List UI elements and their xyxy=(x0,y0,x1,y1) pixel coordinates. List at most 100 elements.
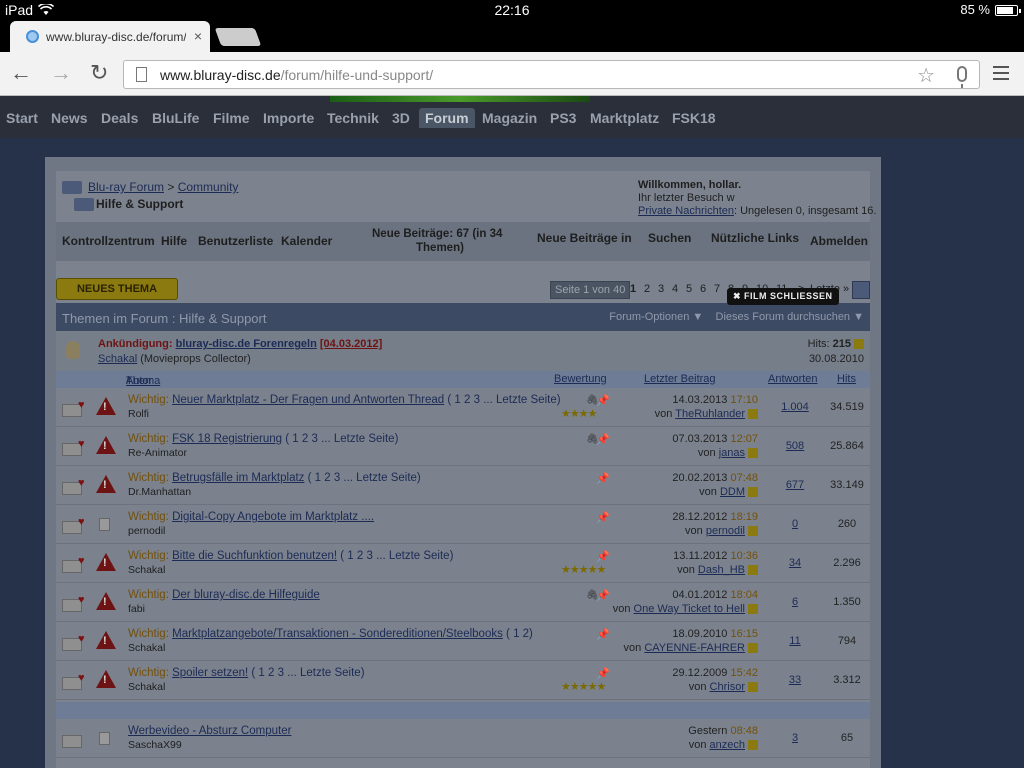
table-row[interactable]: ♥ Wichtig: Bitte die Suchfunktion benutze… xyxy=(56,544,870,583)
page-5[interactable]: 5 xyxy=(686,283,692,295)
private-messages-link[interactable]: Private Nachrichten xyxy=(638,205,734,217)
thread-title-link[interactable]: Marktplatzangebote/Transaktionen - Sonde… xyxy=(172,628,503,640)
goto-post-icon[interactable] xyxy=(748,565,758,576)
page-6[interactable]: 6 xyxy=(700,283,706,295)
last-post-user-link[interactable]: CAYENNE-FAHRER xyxy=(644,642,745,654)
col-hits[interactable]: Hits xyxy=(837,373,856,385)
thread-title-link[interactable]: FSK 18 Registrierung xyxy=(172,433,282,445)
thread-pages[interactable]: ( 1 2 3 ... Letzte Seite) xyxy=(340,550,453,562)
tab-close-icon[interactable]: × xyxy=(194,28,202,44)
last-post-user-link[interactable]: anzech xyxy=(710,739,745,751)
breadcrumb-root[interactable]: Blu-ray Forum xyxy=(88,180,164,194)
reload-icon[interactable]: ↻ xyxy=(90,61,108,85)
thread-title-link[interactable]: Bitte die Suchfunktion benutzen! xyxy=(172,550,337,562)
nav-nuetzliche-links[interactable]: Nützliche Links xyxy=(711,231,799,245)
goto-post-icon[interactable] xyxy=(748,643,758,654)
replies-count[interactable]: 1.004 xyxy=(778,401,812,413)
thread-pages[interactable]: ( 1 2) xyxy=(506,628,533,640)
nav-fsk18[interactable]: FSK18 xyxy=(672,110,716,126)
nav-filme[interactable]: Filme xyxy=(213,110,250,126)
last-post-user-link[interactable]: janas xyxy=(719,447,745,459)
new-posts-count[interactable]: Neue Beiträge: 67 (in 34 xyxy=(372,228,502,240)
replies-count[interactable]: 508 xyxy=(778,440,812,452)
table-row[interactable]: Werbevideo - Absturz Computer SaschaX99 … xyxy=(56,719,870,758)
col-antworten[interactable]: Antworten xyxy=(768,373,818,385)
goto-post-icon[interactable] xyxy=(854,339,864,350)
replies-count[interactable]: 34 xyxy=(778,557,812,569)
last-post-user-link[interactable]: DDM xyxy=(720,486,745,498)
goto-post-icon[interactable] xyxy=(748,604,758,615)
announcement-author[interactable]: Schakal xyxy=(98,353,137,365)
pager-dropdown-button[interactable] xyxy=(852,281,870,299)
goto-post-icon[interactable] xyxy=(748,740,758,751)
page-3[interactable]: 3 xyxy=(658,283,664,295)
nav-forum[interactable]: Forum xyxy=(419,108,475,128)
replies-count[interactable]: 11 xyxy=(778,635,812,647)
table-row[interactable]: ♥ Wichtig: Spoiler setzen! ( 1 2 3 ... Le… xyxy=(56,661,870,700)
nav-importe[interactable]: Importe xyxy=(263,110,314,126)
last-post-user-link[interactable]: Chrisor xyxy=(710,681,745,693)
nav-abmelden[interactable]: Abmelden xyxy=(810,234,868,248)
replies-count[interactable]: 677 xyxy=(778,479,812,491)
replies-count[interactable]: 0 xyxy=(778,518,812,530)
goto-post-icon[interactable] xyxy=(748,448,758,459)
goto-post-icon[interactable] xyxy=(748,682,758,693)
col-letzter-beitrag[interactable]: Letzter Beitrag xyxy=(644,373,716,385)
nav-3d[interactable]: 3D xyxy=(392,110,410,126)
nav-deals[interactable]: Deals xyxy=(101,110,138,126)
thread-title-link[interactable]: Betrugsfälle im Marktplatz xyxy=(172,472,304,484)
nav-benutzerliste[interactable]: Benutzerliste xyxy=(198,234,273,248)
table-row[interactable]: ♥Wichtig: Der bluray-disc.de Hilfeguide … xyxy=(56,583,870,622)
table-row[interactable]: ♥ Wichtig: Marktplatzangebote/Transaktion… xyxy=(56,622,870,661)
nav-blulife[interactable]: BluLife xyxy=(152,110,199,126)
nav-neue-beitraege-in[interactable]: Neue Beiträge in xyxy=(537,231,632,245)
goto-post-icon[interactable] xyxy=(748,409,758,420)
table-row[interactable]: ♥ Wichtig: Neuer Marktplatz - Der Fragen … xyxy=(56,388,870,427)
page-2[interactable]: 2 xyxy=(644,283,650,295)
thread-title-link[interactable]: Spoiler setzen! xyxy=(172,667,248,679)
bookmark-star-icon[interactable]: ☆ xyxy=(917,63,935,88)
forum-search-menu[interactable]: Dieses Forum durchsuchen ▼ xyxy=(716,311,864,323)
breadcrumb-parent[interactable]: Community xyxy=(178,180,239,194)
announcement-link[interactable]: bluray-disc.de Forenregeln xyxy=(176,338,317,350)
thread-pages[interactable]: ( 1 2 3 ... Letzte Seite) xyxy=(308,472,421,484)
nav-technik[interactable]: Technik xyxy=(327,110,379,126)
last-post-user-link[interactable]: TheRuhlander xyxy=(675,408,745,420)
close-film-button[interactable]: ✖ FILM SCHLIESSEN xyxy=(727,288,839,305)
col-autor[interactable]: Autor xyxy=(126,375,152,387)
nav-kontrollzentrum[interactable]: Kontrollzentrum xyxy=(62,234,155,248)
page-7[interactable]: 7 xyxy=(714,283,720,295)
nav-news[interactable]: News xyxy=(51,110,88,126)
nav-marktplatz[interactable]: Marktplatz xyxy=(590,110,659,126)
nav-magazin[interactable]: Magazin xyxy=(482,110,537,126)
col-bewertung[interactable]: Bewertung xyxy=(554,373,607,385)
last-post-user-link[interactable]: Dash_HB xyxy=(698,564,745,576)
replies-count[interactable]: 33 xyxy=(778,674,812,686)
nav-ps3[interactable]: PS3 xyxy=(550,110,576,126)
last-post-user-link[interactable]: pernodil xyxy=(706,525,745,537)
address-bar[interactable]: www.bluray-disc.de/forum/hilfe-und-suppo… xyxy=(123,60,980,89)
thread-title-link[interactable]: Neuer Marktplatz - Der Fragen und Antwor… xyxy=(172,394,444,406)
new-thread-button[interactable]: NEUES THEMA xyxy=(56,278,178,300)
nav-start[interactable]: Start xyxy=(6,110,38,126)
menu-icon[interactable] xyxy=(993,66,1009,80)
back-arrow-icon[interactable]: ← xyxy=(10,61,32,85)
thread-pages[interactable]: ( 1 2 3 ... Letzte Seite) xyxy=(251,667,364,679)
replies-count[interactable]: 3 xyxy=(778,732,812,744)
thread-pages[interactable]: ( 1 2 3 ... Letzte Seite) xyxy=(285,433,398,445)
forum-options-menu[interactable]: Forum-Optionen ▼ xyxy=(609,311,703,323)
nav-hilfe[interactable]: Hilfe xyxy=(161,234,187,248)
forward-arrow-icon[interactable]: → xyxy=(50,61,72,85)
thread-pages[interactable]: ( 1 2 3 ... Letzte Seite) xyxy=(447,394,560,406)
table-row[interactable]: ♥ Wichtig: FSK 18 Registrierung ( 1 2 3 .… xyxy=(56,427,870,466)
goto-post-icon[interactable] xyxy=(748,526,758,537)
thread-title-link[interactable]: Digital-Copy Angebote im Marktplatz .... xyxy=(172,511,374,523)
replies-count[interactable]: 6 xyxy=(778,596,812,608)
thread-title-link[interactable]: Der bluray-disc.de Hilfeguide xyxy=(172,589,320,601)
new-tab-button[interactable] xyxy=(214,28,262,46)
thread-title-link[interactable]: Werbevideo - Absturz Computer xyxy=(128,725,291,737)
nav-kalender[interactable]: Kalender xyxy=(281,234,332,248)
new-posts-count-suffix[interactable]: Themen) xyxy=(416,242,464,254)
page-4[interactable]: 4 xyxy=(672,283,678,295)
goto-post-icon[interactable] xyxy=(748,487,758,498)
